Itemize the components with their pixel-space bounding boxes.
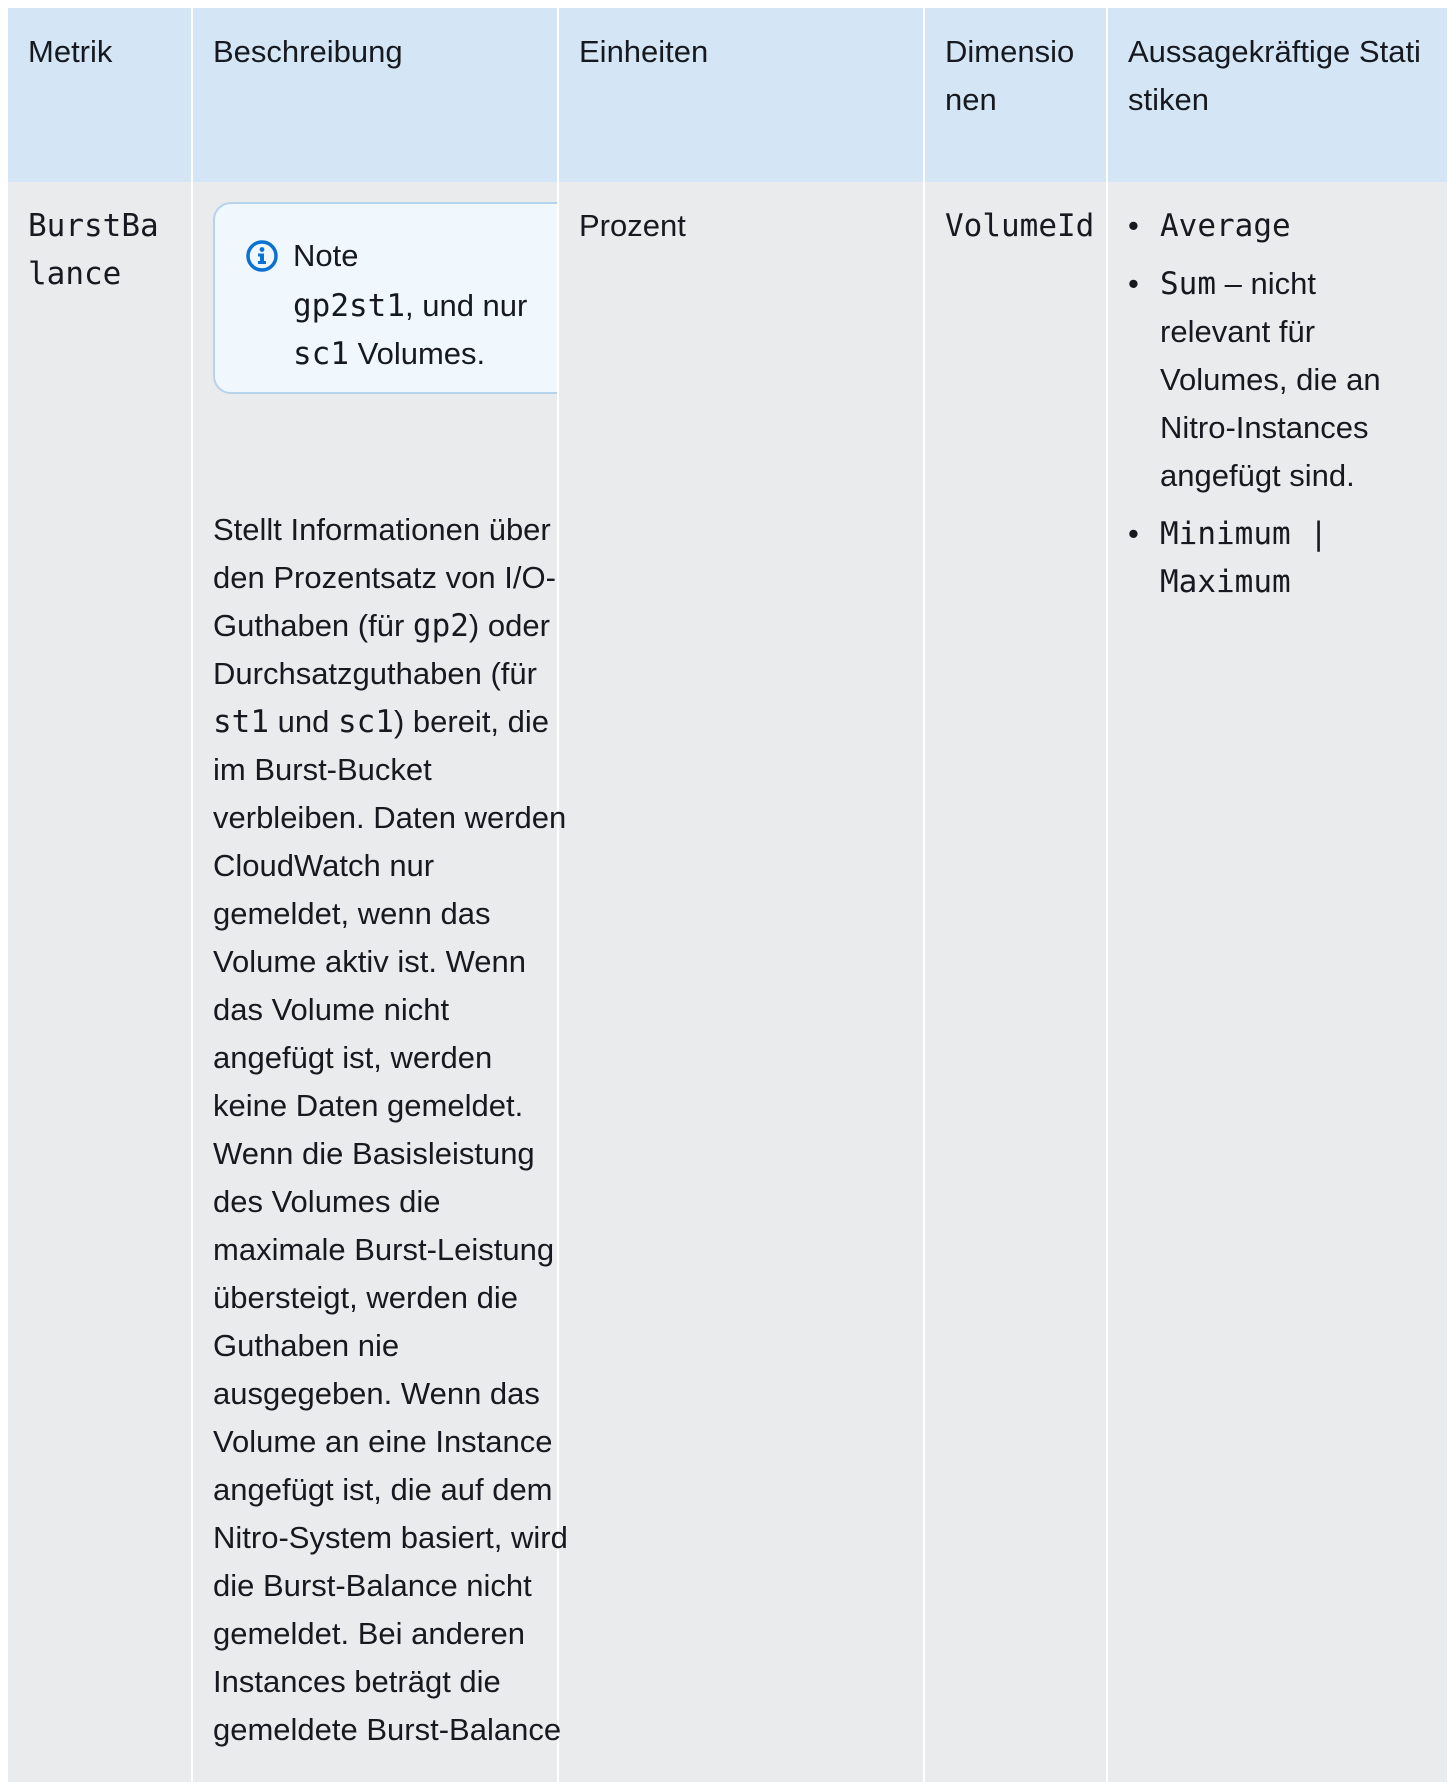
note-box: Note gp2st1, und nur sc1 Volumes. <box>213 202 587 394</box>
header-units: Einheiten <box>558 8 925 182</box>
note-code-gp2: gp2 <box>293 288 349 324</box>
list-item: Average <box>1128 202 1427 250</box>
metrics-table: Metrik Beschreibung Einheiten Dimensione… <box>8 8 1448 1782</box>
description-code: sc1 <box>337 704 394 740</box>
note-text-1: , und nur <box>405 288 528 323</box>
header-metric: Metrik <box>8 8 193 182</box>
note-title: Note <box>293 238 359 273</box>
description-text: Stellt Informationen über den Prozentsat… <box>213 506 573 1754</box>
statistics-cell: Average Sum – nicht relevant für Volumes… <box>1107 182 1448 1782</box>
header-statistics: Aussagekräftige Statistiken <box>1107 8 1448 182</box>
info-circle-icon <box>245 239 279 273</box>
header-description: Beschreibung <box>192 8 559 182</box>
description-code: gp2 <box>412 608 469 644</box>
note-code-sc1: sc1 <box>293 336 349 372</box>
list-item: Sum – nicht relevant für Volumes, die an… <box>1128 260 1427 500</box>
statistics-list: Average Sum – nicht relevant für Volumes… <box>1128 202 1427 606</box>
statistic-min-max: Minimum | Maximum <box>1160 516 1328 600</box>
units-cell: Prozent <box>558 182 925 1782</box>
description-part: ) bereit, die im Burst-Bucket verbleiben… <box>213 704 568 1747</box>
dimension-cell: VolumeId <box>924 182 1108 1782</box>
metric-cell: BurstBalance <box>8 182 193 1782</box>
statistic-average: Average <box>1160 208 1291 244</box>
note-text-2: Volumes. <box>349 336 486 371</box>
note-code-st1: st1 <box>349 288 405 324</box>
note-text: gp2st1, und nur sc1 Volumes. <box>245 282 565 378</box>
description-code: st1 <box>213 704 269 740</box>
header-row: Metrik Beschreibung Einheiten Dimensione… <box>8 8 1448 182</box>
list-item: Minimum | Maximum <box>1128 510 1427 606</box>
description-part: und <box>269 704 338 739</box>
table-row: BurstBalance Note gp2st1, und nur sc1 Vo… <box>8 182 1448 1782</box>
statistic-sum: Sum <box>1160 266 1216 302</box>
header-dimensions: Dimensionen <box>924 8 1108 182</box>
description-cell: Note gp2st1, und nur sc1 Volumes. Stellt… <box>192 182 587 1782</box>
